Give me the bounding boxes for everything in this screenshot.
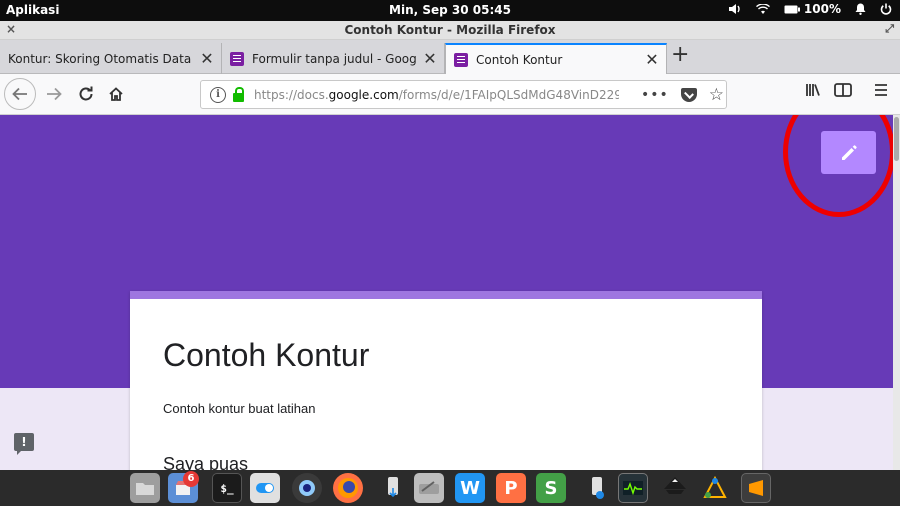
notification-count-badge: 6 [183, 471, 199, 487]
google-forms-icon [230, 51, 244, 66]
bookmark-star-icon[interactable]: ☆ [709, 85, 724, 105]
system-settings-icon[interactable] [250, 473, 280, 503]
new-tab-plus-icon[interactable]: + [671, 42, 689, 67]
battery-percent: 100% [803, 2, 841, 16]
forward-arrow-icon[interactable] [40, 80, 68, 108]
google-forms-icon [454, 52, 468, 67]
form-title: Contoh Kontur [163, 337, 370, 373]
wps-writer-icon[interactable]: W [455, 473, 485, 503]
tab-close-icon[interactable]: ✕ [416, 49, 444, 68]
wps-presentation-icon[interactable]: P [496, 473, 526, 503]
form-description: Contoh kontur buat latihan [163, 401, 316, 416]
report-feedback-icon[interactable]: ! [14, 433, 34, 455]
web-page-viewport: Contoh Kontur Contoh kontur buat latihan… [0, 115, 893, 470]
scrollbar-thumb[interactable] [894, 117, 899, 161]
window-titlebar: × Contoh Kontur - Mozilla Firefox ⤢ [0, 21, 900, 40]
volume-icon[interactable] [728, 3, 742, 15]
hamburger-menu-icon[interactable] [874, 82, 888, 101]
page-actions-icon[interactable]: ••• [641, 87, 669, 103]
site-info-icon[interactable]: i [210, 86, 226, 103]
wps-spreadsheet-icon[interactable]: S [536, 473, 566, 503]
terminal-icon[interactable]: $_ [212, 473, 242, 503]
inkscape-icon[interactable] [660, 473, 690, 503]
back-arrow-icon[interactable] [4, 78, 36, 110]
tab-label: Formulir tanpa judul - Google Fo [252, 51, 416, 66]
url-path: /forms/d/e/1FAIpQLSdMdG48VinD229iTn_tU [398, 87, 619, 102]
system-top-bar: Aplikasi Min, Sep 30 05:45 100% [0, 0, 900, 21]
tab-label: Kontur: Skoring Otomatis Data Dari G [8, 51, 193, 66]
window-title: Contoh Kontur - Mozilla Firefox [344, 23, 556, 37]
question-title: Saya puas [163, 454, 249, 470]
tab-close-icon[interactable]: ✕ [638, 50, 666, 69]
screenshot-camera-icon[interactable] [292, 473, 322, 503]
library-icon[interactable] [805, 82, 821, 102]
wifi-icon[interactable] [755, 3, 770, 15]
page-scrollbar[interactable] [893, 115, 900, 470]
pocket-icon[interactable] [680, 87, 697, 102]
window-maximize-icon[interactable]: ⤢ [885, 22, 894, 36]
sublime-text-icon[interactable] [741, 473, 771, 503]
battery-icon [784, 5, 800, 13]
tab-contoh-kontur[interactable]: Contoh Kontur ✕ [445, 43, 667, 74]
firefox-icon[interactable] [333, 473, 363, 503]
usb-drive-icon[interactable] [378, 473, 408, 503]
notification-bell-icon[interactable] [855, 3, 866, 15]
url-text[interactable]: https://docs.google.com/forms/d/e/1FAIpQ… [254, 88, 619, 102]
tab-kontur-skoring[interactable]: Kontur: Skoring Otomatis Data Dari G ✕ [0, 43, 222, 74]
url-domain: google.com [328, 87, 399, 102]
disk-utility-icon[interactable] [414, 473, 444, 503]
secure-lock-icon [233, 86, 244, 102]
file-manager-icon[interactable] [130, 473, 160, 503]
sidebar-icon[interactable] [834, 82, 852, 102]
battery-indicator[interactable]: 100% [784, 2, 841, 16]
application-dock: $_ W P S [0, 470, 900, 506]
home-icon[interactable] [102, 80, 130, 108]
tab-formulir-tanpa-judul[interactable]: Formulir tanpa judul - Google Fo ✕ [222, 43, 445, 74]
url-prefix: https://docs. [254, 87, 329, 102]
reload-icon[interactable] [72, 80, 100, 108]
system-monitor-icon[interactable] [618, 473, 648, 503]
power-icon[interactable] [880, 3, 892, 15]
form-title-card: Contoh Kontur Contoh kontur buat latihan… [130, 291, 762, 470]
tab-strip: Kontur: Skoring Otomatis Data Dari G ✕ F… [0, 40, 900, 74]
usb-sync-icon[interactable] [582, 473, 612, 503]
url-bar[interactable]: i https://docs.google.com/forms/d/e/1FAI… [200, 80, 727, 109]
vector-design-icon[interactable] [700, 473, 730, 503]
navigation-toolbar: i https://docs.google.com/forms/d/e/1FAI… [0, 74, 900, 115]
tab-label: Contoh Kontur [476, 52, 563, 67]
tab-close-icon[interactable]: ✕ [193, 49, 221, 68]
